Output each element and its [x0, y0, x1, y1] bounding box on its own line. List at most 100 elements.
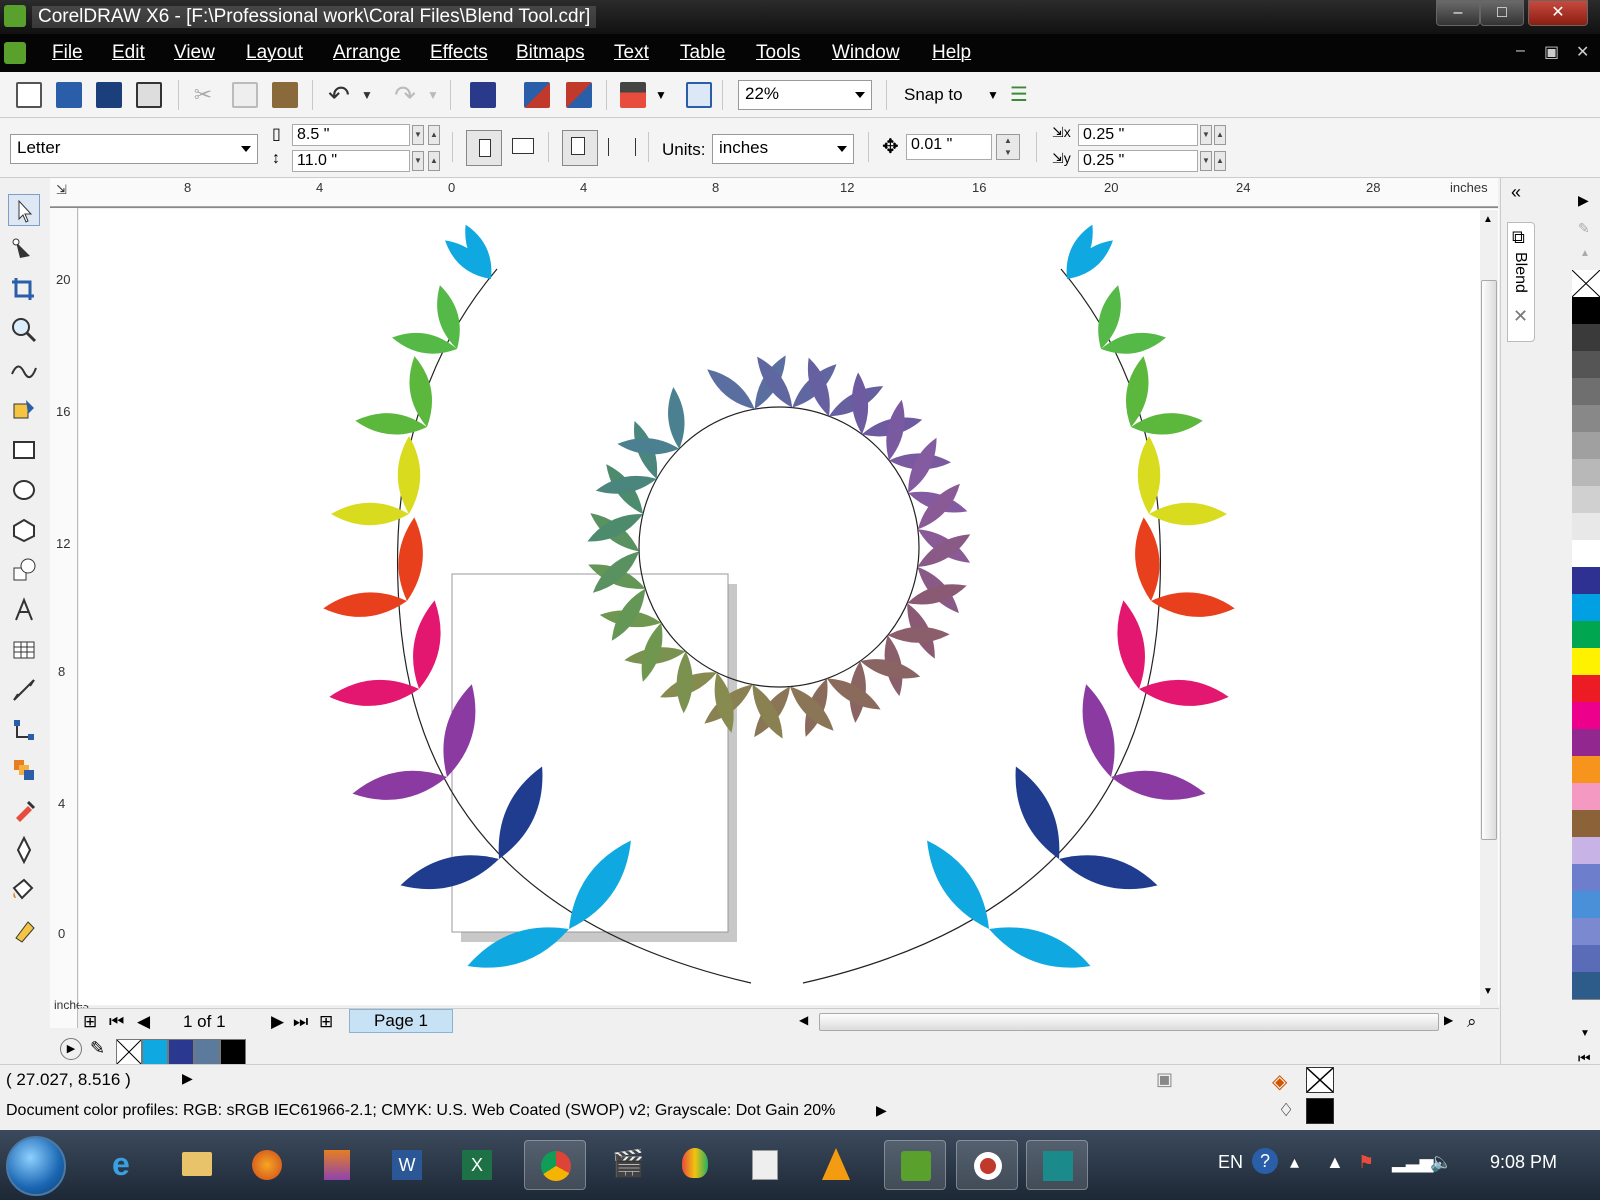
palette-swatch[interactable] — [1572, 729, 1600, 757]
doc-minimize-button[interactable]: – — [1516, 42, 1525, 60]
expand-status-icon[interactable]: ▶ — [182, 1070, 193, 1087]
wreath-right-leaf[interactable] — [1111, 598, 1152, 691]
menu-text[interactable]: Text — [614, 42, 649, 64]
welcome-screen-icon[interactable] — [686, 82, 712, 108]
menu-tools[interactable]: Tools — [756, 42, 800, 64]
color-proof-icon[interactable]: ▣ — [1156, 1069, 1173, 1090]
palette-swatch[interactable] — [1572, 837, 1600, 865]
spiral-leaf[interactable] — [887, 626, 950, 643]
start-button[interactable] — [6, 1136, 66, 1196]
vertical-scroll-thumb[interactable] — [1481, 280, 1497, 840]
previous-page-icon[interactable]: ◀ — [137, 1012, 150, 1032]
page-height-input[interactable]: 11.0 " — [292, 150, 410, 172]
height-up-icon[interactable]: ▲ — [428, 151, 440, 171]
network-icon[interactable]: ▂▃▅ — [1392, 1152, 1434, 1173]
height-down-icon[interactable]: ▼ — [412, 151, 424, 171]
notepad-app-icon[interactable] — [734, 1140, 796, 1190]
palette-swatch[interactable] — [1572, 972, 1600, 1000]
wreath-left-leaf[interactable] — [395, 516, 426, 602]
menu-edit[interactable]: Edit — [112, 42, 145, 64]
palette-swatch[interactable] — [1572, 324, 1600, 352]
doc-swatch-slate[interactable] — [194, 1039, 220, 1065]
wreath-right[interactable] — [802, 221, 1236, 984]
wreath-right-leaf[interactable] — [1150, 589, 1236, 620]
palette-swatch[interactable] — [1572, 702, 1600, 730]
horizontal-scrollbar[interactable]: ◀ ▶ — [799, 1013, 1453, 1031]
palette-swatch[interactable] — [1572, 945, 1600, 973]
zoom-level-select[interactable]: 22% — [738, 80, 872, 110]
undo-icon[interactable]: ↶ — [326, 82, 352, 108]
connector-tool-icon[interactable] — [8, 714, 40, 746]
palette-scroll-up-icon[interactable]: ▲ — [1580, 248, 1590, 259]
vertical-ruler[interactable]: 20 16 12 8 4 0 inches — [50, 208, 89, 1028]
palette-swatch[interactable] — [1572, 675, 1600, 703]
page-width-input[interactable]: 8.5 " — [292, 124, 410, 146]
open-folder-icon[interactable] — [56, 82, 82, 108]
wreath-left-leaf[interactable] — [331, 502, 409, 526]
scroll-left-icon[interactable]: ◀ — [799, 1013, 808, 1027]
menu-layout[interactable]: Layout — [246, 42, 303, 64]
cut-icon[interactable]: ✂ — [190, 82, 216, 108]
menu-window[interactable]: Window — [832, 42, 900, 64]
basic-shapes-tool-icon[interactable] — [8, 554, 40, 586]
last-page-icon[interactable]: ⏭ — [293, 1012, 308, 1032]
maximize-button[interactable]: □ — [1480, 0, 1524, 26]
ellipse-tool-icon[interactable] — [8, 474, 40, 506]
palette-play-icon[interactable]: ▶ — [60, 1038, 82, 1060]
landscape-button[interactable] — [512, 138, 534, 154]
interactive-fill-tool-icon[interactable] — [8, 914, 40, 946]
shape-tool-icon[interactable] — [8, 234, 40, 266]
rectangle-tool-icon[interactable] — [8, 434, 40, 466]
wreath-right-leaf[interactable] — [1055, 845, 1161, 899]
text-tool-icon[interactable] — [8, 594, 40, 626]
nudge-distance-input[interactable]: 0.01 " — [906, 134, 992, 160]
smart-fill-tool-icon[interactable] — [8, 394, 40, 426]
document-icon[interactable] — [4, 42, 26, 64]
doc-swatch-navy[interactable] — [168, 1039, 194, 1065]
clock[interactable]: 9:08 PM — [1490, 1152, 1557, 1173]
palette-swatch[interactable] — [1572, 891, 1600, 919]
menu-bitmaps[interactable]: Bitmaps — [516, 42, 585, 64]
wreath-right-leaf[interactable] — [1138, 676, 1230, 709]
balloon-app-icon[interactable] — [664, 1140, 726, 1190]
palette-swatch[interactable] — [1572, 432, 1600, 460]
print-icon[interactable] — [136, 82, 162, 108]
import-icon[interactable] — [524, 82, 550, 108]
palette-swatch[interactable] — [1572, 594, 1600, 622]
wreath-left-leaf[interactable] — [350, 764, 449, 807]
minimize-button[interactable]: – — [1436, 0, 1480, 26]
add-page-before-icon[interactable]: ⊞ — [83, 1012, 97, 1032]
spiral-leaf[interactable] — [584, 507, 647, 549]
spiral-leaf[interactable] — [746, 681, 790, 743]
wreath-left-leaf[interactable] — [322, 589, 408, 620]
palette-swatch[interactable] — [1572, 513, 1600, 541]
palette-swatch[interactable] — [1572, 783, 1600, 811]
options-icon[interactable]: ☰ — [1010, 82, 1036, 108]
menu-file[interactable]: File — [52, 42, 83, 64]
width-down-icon[interactable]: ▼ — [412, 125, 424, 145]
wreath-left-leaf[interactable] — [406, 598, 447, 691]
color-eyedropper-tool-icon[interactable] — [8, 794, 40, 826]
palette-swatch[interactable] — [1572, 378, 1600, 406]
outline-color-swatch[interactable] — [1306, 1098, 1334, 1124]
first-page-icon[interactable]: ⏮ — [109, 1012, 124, 1032]
width-up-icon[interactable]: ▲ — [428, 125, 440, 145]
undo-dropdown-icon[interactable]: ▼ — [354, 82, 380, 108]
internet-explorer-icon[interactable]: e — [96, 1140, 158, 1190]
dup-x-down-icon[interactable]: ▼ — [1200, 125, 1212, 145]
polygon-tool-icon[interactable] — [8, 514, 40, 546]
doc-close-button[interactable]: ✕ — [1576, 42, 1589, 62]
screen-recorder-icon[interactable] — [956, 1140, 1018, 1190]
doc-swatch-black[interactable] — [220, 1039, 246, 1065]
snap-to-button[interactable]: Snap to — [904, 85, 963, 105]
wreath-right-leaf[interactable] — [1109, 764, 1208, 807]
dup-x-up-icon[interactable]: ▲ — [1214, 125, 1226, 145]
media-app-icon[interactable] — [306, 1140, 368, 1190]
add-page-after-icon[interactable]: ⊞ — [319, 1012, 333, 1032]
palette-swatch[interactable] — [1572, 864, 1600, 892]
zoom-tool-icon[interactable] — [8, 314, 40, 346]
wreath-right-leaf[interactable] — [1130, 410, 1204, 437]
wreath-right-leaf[interactable] — [984, 915, 1096, 980]
show-hidden-icons-icon[interactable]: ▲ — [1326, 1152, 1344, 1173]
palette-swatch[interactable] — [1572, 351, 1600, 379]
